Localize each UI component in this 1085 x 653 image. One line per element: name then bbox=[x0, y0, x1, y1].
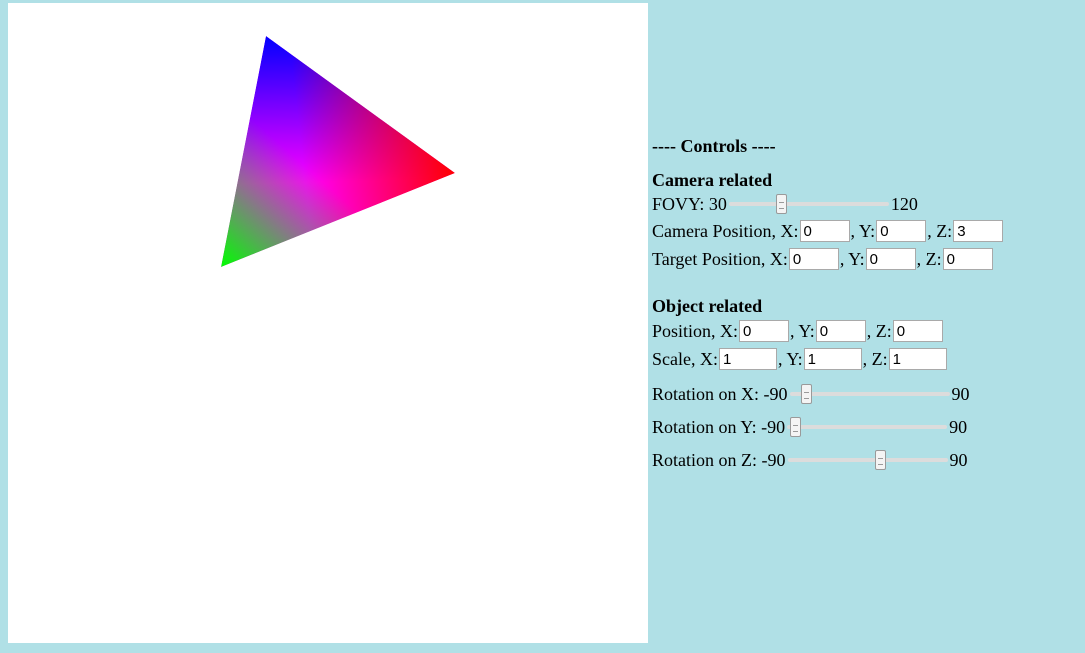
fovy-row: FOVY: 30 120 bbox=[652, 191, 1082, 217]
rotation-y-max-label: 90 bbox=[949, 416, 968, 437]
camera-heading: Camera related bbox=[652, 169, 1082, 191]
target-position-x-label: Target Position, X: bbox=[652, 249, 788, 269]
rotation-x-slider-thumb[interactable] bbox=[801, 383, 813, 404]
rotation-z-slider-thumb[interactable] bbox=[874, 449, 886, 470]
object-position-x-label: Position, X: bbox=[652, 321, 739, 341]
rotation-x-slider-track bbox=[789, 391, 950, 396]
controls-title-text: ---- Controls ---- bbox=[652, 136, 776, 156]
rotation-z-row: Rotation on Z: -90 90 bbox=[652, 443, 1082, 476]
camera-heading-text: Camera related bbox=[652, 170, 773, 190]
fovy-slider-thumb[interactable] bbox=[776, 194, 788, 214]
controls-title: ---- Controls ---- bbox=[652, 135, 1082, 157]
rotation-y-label: Rotation on Y: -90 bbox=[652, 416, 786, 437]
target-position-z-label: , Z: bbox=[916, 249, 942, 269]
fovy-max-label: 120 bbox=[890, 194, 918, 214]
fovy-slider-track bbox=[728, 202, 889, 206]
object-position-row: Position, X: , Y: , Z: bbox=[652, 317, 1082, 345]
object-position-y-input[interactable] bbox=[815, 320, 866, 342]
rotation-z-slider-track bbox=[787, 457, 948, 462]
target-position-y-input[interactable] bbox=[865, 248, 916, 270]
rotation-z-max-label: 90 bbox=[949, 449, 968, 470]
rotation-y-slider-thumb[interactable] bbox=[790, 416, 802, 437]
camera-position-y-label: , Y: bbox=[850, 221, 876, 241]
target-position-row: Target Position, X: , Y: , Z: bbox=[652, 245, 1082, 273]
camera-position-y-input[interactable] bbox=[876, 220, 927, 242]
object-scale-y-label: , Y: bbox=[777, 349, 803, 369]
camera-position-x-input[interactable] bbox=[799, 220, 850, 242]
object-heading-text: Object related bbox=[652, 296, 763, 316]
object-scale-x-input[interactable] bbox=[718, 348, 777, 370]
rotation-y-row: Rotation on Y: -90 90 bbox=[652, 410, 1082, 443]
target-position-y-label: , Y: bbox=[839, 249, 865, 269]
object-position-x-input[interactable] bbox=[739, 320, 790, 342]
rgb-triangle bbox=[221, 36, 455, 267]
rotation-x-max-label: 90 bbox=[951, 383, 970, 404]
target-position-x-input[interactable] bbox=[788, 248, 839, 270]
object-position-y-label: , Y: bbox=[790, 321, 815, 341]
camera-position-x-label: Camera Position, X: bbox=[652, 221, 799, 241]
rotation-y-slider[interactable] bbox=[787, 416, 948, 437]
rotation-x-label: Rotation on X: -90 bbox=[652, 383, 788, 404]
rotation-x-slider[interactable] bbox=[789, 383, 950, 404]
object-scale-x-label: Scale, X: bbox=[652, 349, 718, 369]
object-position-z-label: , Z: bbox=[866, 321, 892, 341]
rotation-z-slider[interactable] bbox=[787, 449, 948, 470]
object-scale-z-label: , Z: bbox=[862, 349, 888, 369]
object-heading: Object related bbox=[652, 295, 1082, 317]
rotation-z-label: Rotation on Z: -90 bbox=[652, 449, 786, 470]
render-view bbox=[221, 36, 455, 267]
fovy-slider[interactable] bbox=[728, 194, 889, 214]
camera-position-z-label: , Z: bbox=[927, 221, 953, 241]
rotation-y-slider-track bbox=[787, 424, 948, 429]
object-scale-row: Scale, X: , Y: , Z: bbox=[652, 345, 1082, 373]
fovy-label: FOVY: 30 bbox=[652, 194, 727, 214]
target-position-z-input[interactable] bbox=[942, 248, 993, 270]
camera-position-z-input[interactable] bbox=[953, 220, 1004, 242]
object-position-z-input[interactable] bbox=[892, 320, 943, 342]
rotation-x-row: Rotation on X: -90 90 bbox=[652, 377, 1082, 410]
object-scale-y-input[interactable] bbox=[803, 348, 862, 370]
camera-position-row: Camera Position, X: , Y: , Z: bbox=[652, 217, 1082, 245]
webgl-canvas[interactable] bbox=[8, 3, 648, 643]
object-scale-z-input[interactable] bbox=[888, 348, 947, 370]
controls-panel: ---- Controls ---- Camera related FOVY: … bbox=[652, 135, 1082, 476]
